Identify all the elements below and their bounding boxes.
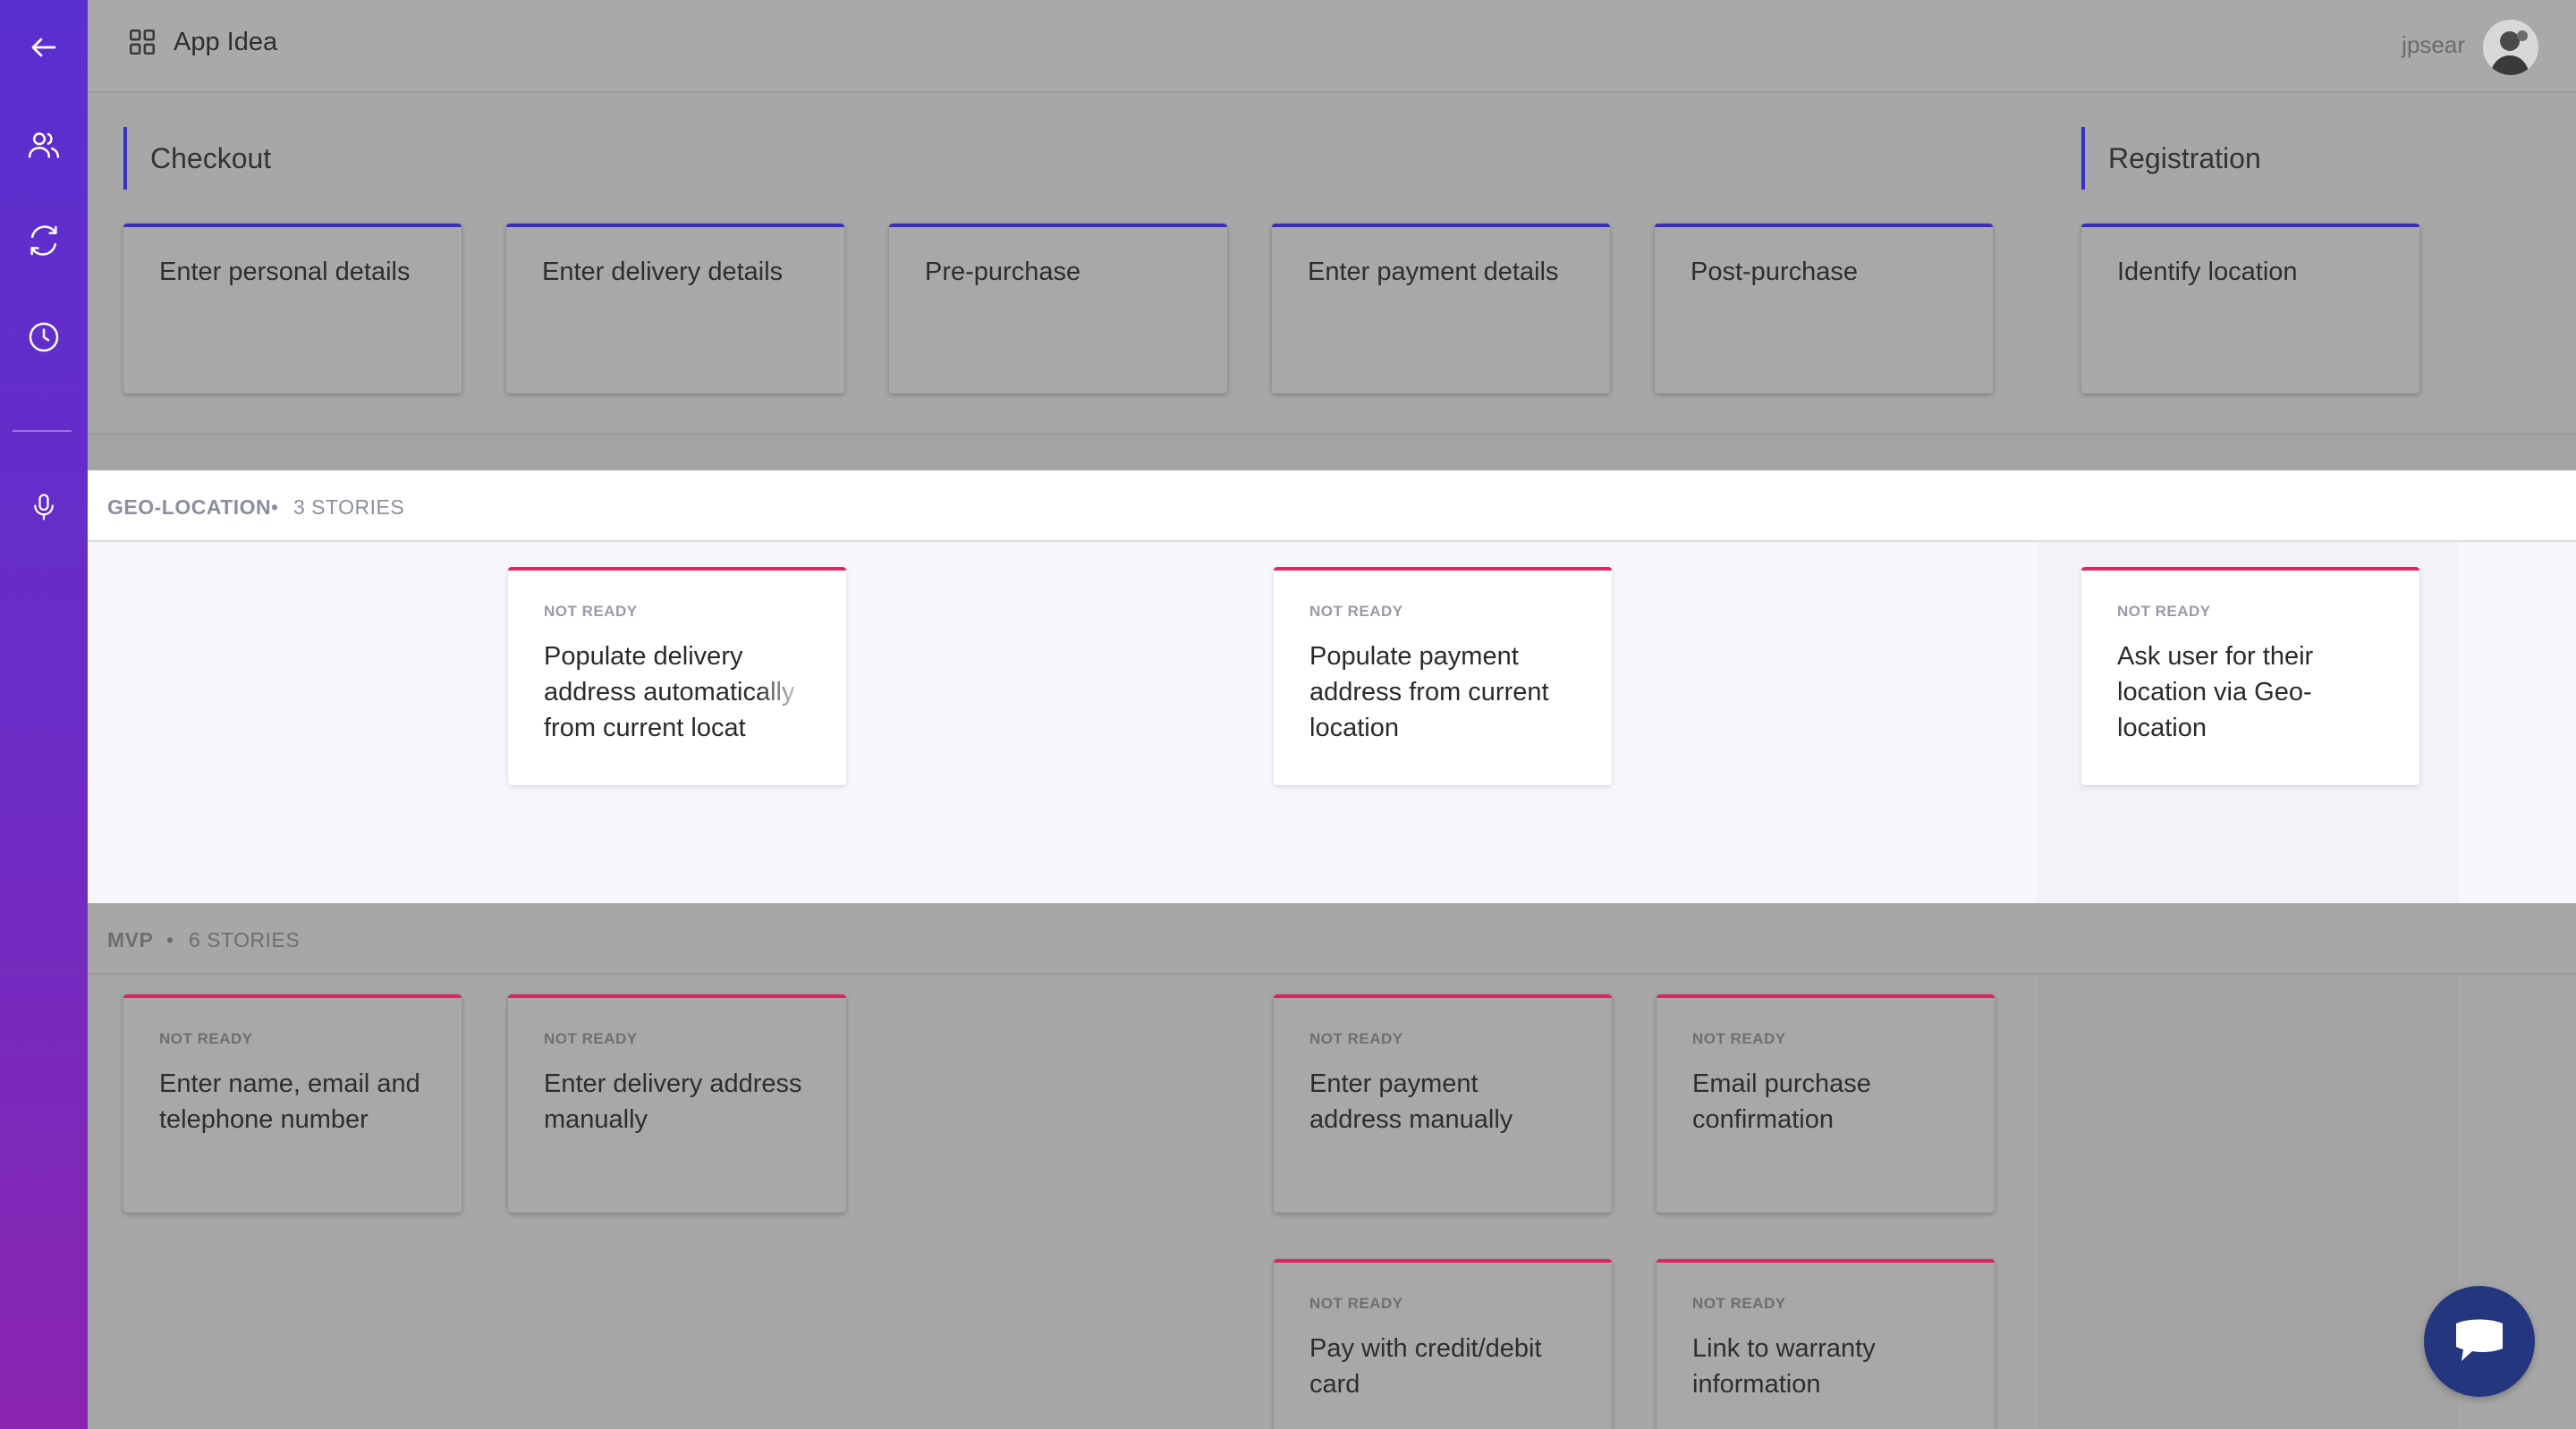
story-title: Enter name, email and telephone number [159,1070,420,1134]
activities-backbone: Checkout Registration Enter personal det… [88,95,2576,435]
story-status: NOT READY [544,603,638,620]
story-status: NOT READY [1692,1030,1786,1047]
microphone-icon [34,494,54,520]
step-card-post-purchase[interactable]: Post-purchase [1655,224,1993,393]
avatar-image [2483,20,2538,75]
story-status: NOT READY [1692,1295,1786,1312]
step-title: Enter delivery details [542,258,784,286]
release-geo-location: GEO-LOCATION • 3 STORIES NOT READY Popul… [88,470,2576,903]
step-card-pre-purchase[interactable]: Pre-purchase [889,224,1227,393]
app-title-link[interactable]: App Idea [127,27,277,57]
story-card[interactable]: NOT READY Populate payment address from … [1274,567,1612,785]
story-title: Populate payment address from current lo… [1309,642,1549,742]
step-card-identify-location[interactable]: Identify location [2081,224,2419,393]
story-card[interactable]: NOT READY Pay with credit/debit card [1274,1259,1612,1429]
story-card[interactable]: NOT READY Enter payment address manually [1274,994,1612,1213]
release-mvp: MVP • 6 STORIES NOT READY Enter name, em… [88,903,2576,1429]
activity-group-checkout[interactable]: Checkout [123,127,271,190]
story-card[interactable]: NOT READY Ask user for their location vi… [2081,567,2419,785]
step-card-enter-delivery-details[interactable]: Enter delivery details [506,224,844,393]
release-header[interactable]: MVP • 6 STORIES [88,903,2576,975]
release-separator: • [271,495,279,519]
story-status: NOT READY [1309,1030,1403,1047]
story-status: NOT READY [1309,603,1403,620]
story-title: Ask user for their location via Geo-loca… [2117,642,2314,742]
team-button[interactable] [0,109,88,181]
chat-button[interactable] [2424,1286,2535,1397]
story-status: NOT READY [544,1030,638,1047]
release-separator: • [166,928,174,951]
activity-group-title: Checkout [150,142,272,174]
sidebar [0,0,88,1429]
app-title: App Idea [174,27,278,56]
step-title: Enter payment details [1308,258,1559,286]
story-status: NOT READY [1309,1295,1403,1312]
username: jpsear [2402,31,2465,58]
story-card[interactable]: NOT READY Link to warranty information [1657,1259,1995,1429]
step-title: Pre-purchase [925,258,1081,286]
story-title: Enter payment address manually [1309,1070,1513,1134]
step-title: Identify location [2117,258,2298,286]
grid-icon [129,29,156,55]
chat-bubble-icon [2456,1319,2503,1361]
top-header: App Idea jpsear [88,0,2576,93]
story-card[interactable]: NOT READY Enter name, email and telephon… [123,994,462,1213]
refresh-icon [30,225,57,256]
story-status: NOT READY [2117,603,2211,620]
clock-icon [29,322,59,352]
column-band [2038,903,2458,1429]
story-card[interactable]: NOT READY Enter delivery address manuall… [508,994,846,1213]
sync-button[interactable] [0,205,88,276]
step-title: Enter personal details [159,258,411,286]
release-header[interactable]: GEO-LOCATION • 3 STORIES [88,470,2576,542]
release-story-count: 3 STORIES [293,495,405,519]
microphone-button[interactable] [0,471,88,543]
story-title: Pay with credit/debit card [1309,1334,1542,1399]
sidebar-divider [13,430,72,432]
release-name: MVP [107,928,154,951]
history-button[interactable] [0,301,88,373]
story-title: Email purchase confirmation [1692,1070,1871,1134]
activity-group-registration[interactable]: Registration [2081,127,2261,190]
section-gap [88,435,2576,470]
story-title: Link to warranty information [1692,1334,1876,1399]
back-button[interactable] [0,12,88,83]
release-name: GEO-LOCATION [107,495,272,519]
story-title: Enter delivery address manually [544,1070,802,1134]
avatar[interactable] [2483,20,2538,75]
release-story-count: 6 STORIES [189,928,301,951]
story-title: Populate delivery address automatically … [544,642,795,742]
arrow-left-icon [31,38,56,57]
story-status: NOT READY [159,1030,253,1047]
story-card[interactable]: NOT READY Email purchase confirmation [1657,994,1995,1213]
story-card[interactable]: NOT READY Populate delivery address auto… [508,567,846,785]
step-title: Post-purchase [1690,258,1858,286]
step-card-enter-payment-details[interactable]: Enter payment details [1272,224,1610,393]
activity-group-title: Registration [2108,142,2261,174]
step-card-enter-personal-details[interactable]: Enter personal details [123,224,462,393]
users-icon [28,132,60,158]
